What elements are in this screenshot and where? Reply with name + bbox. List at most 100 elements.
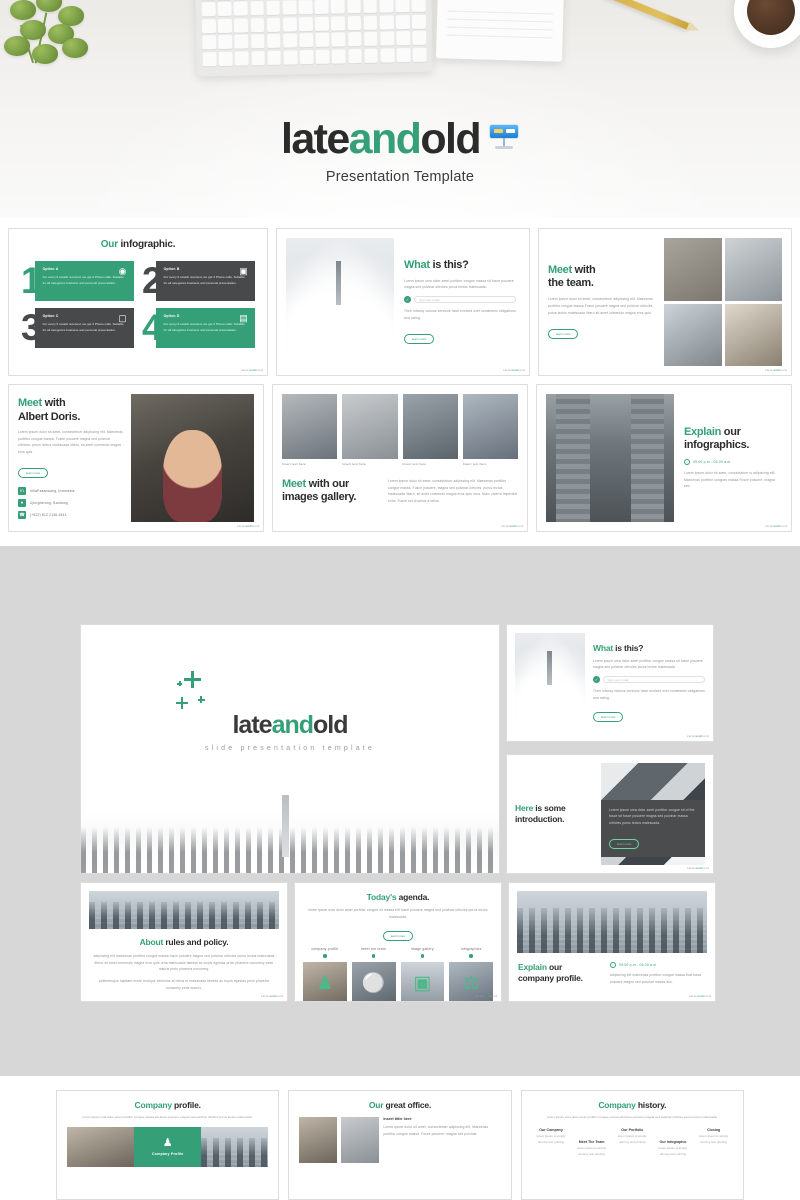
gallery-item[interactable]: Insert text here [462,394,518,466]
contact-location[interactable]: ● Ujungberung, Bandung [18,498,123,507]
watermark-part1: carter [475,994,484,998]
slide-title-line2: Albert Doris. [18,410,81,423]
watermark: carterandbond [475,994,497,998]
clouds-skyline-photo [515,633,585,733]
learn-more-button[interactable]: learn more [609,838,640,849]
camera-icon: ▣ [413,973,432,995]
slide-explain-infographics[interactable]: Explain our infographics. ○ 09.00 p.m - 0… [536,384,792,532]
history-item[interactable]: Meet The Team lorem ipsum is simply dumm… [572,1140,611,1157]
office-row: Insert titile here Lorem ipsum dolor sit… [299,1117,500,1163]
learn-more-button[interactable]: learn more [404,333,435,344]
gallery-caption: Insert text here [282,462,306,466]
email-field[interactable]: type your email [603,676,705,684]
history-name: Closing [707,1128,721,1133]
slide-body: adipiscing elit maecenas porttitor congu… [93,954,275,972]
slide-title-rest: is this? [429,259,469,272]
slide-what-is-this[interactable]: What is this? Lorem ipsum uma dolor amet… [276,228,530,376]
option-bar: Option B For every 6 emails received, we… [155,261,255,301]
gallery-item[interactable]: Insert text here [342,394,398,466]
office-photo-1 [299,1117,338,1163]
slide-title-rest: rules and policy. [163,937,229,947]
slide-title-rest: profile. [171,1100,201,1110]
notebook-icon: ▤ [239,313,248,323]
slide-our-great-office[interactable]: Our great office. Insert titile here Lor… [288,1090,512,1200]
option-number: 1 [21,259,42,301]
option-item[interactable]: 4 Option D For every 6 emails received, … [142,308,255,348]
learn-more-button[interactable]: learn more [593,712,624,723]
gallery-item[interactable]: Insert text here [282,394,338,466]
learn-more-button[interactable]: learn more [382,931,414,942]
learn-more-button[interactable]: learn more [548,329,579,340]
slides-row-2: Meet with Albert Doris. Lorem ipsum dolor… [8,384,792,532]
agenda-step[interactable]: image gallery ▣ [400,947,445,1001]
option-bar: Option D For every 6 emails received, we… [155,308,255,348]
brand-title-part2: old [420,115,481,163]
contact-linkedin[interactable]: in VillaPasanwang, Indonesia [18,486,123,495]
watermark: carterandbond [501,524,523,528]
slide-title-accent: Meet [548,263,572,276]
slide-our-infographic[interactable]: Our infographic. 1 Option A For every 6 … [8,228,268,376]
box-icon: ▢ [118,313,127,323]
history-desc: lorem ipsum is simply dummy text printin… [658,1146,688,1156]
watermark-part1: carter [503,368,512,372]
slide-what-is-this-mini[interactable]: What is this? Lorem ipsum uma dolor amet… [506,624,714,742]
slide-explain-company-profile[interactable]: Explain our company profile. ○ 09.00 p.m … [508,882,716,1002]
slide-body: Lorem ipsum uma dolor amet porttitor con… [404,278,514,290]
email-subscribe-row[interactable]: ✓ type your email [593,676,705,684]
keyboard-decoration [195,0,433,77]
option-item[interactable]: 1 Option A For every 6 emails received, … [21,261,134,301]
option-item[interactable]: 2 Option B For every 6 emails received, … [142,261,255,301]
slide-body: lorem ipsum uma dolor amet porttitor con… [547,1115,718,1119]
option-item[interactable]: 3 Option C For every 6 emails received, … [21,308,134,348]
watermark-part2: bond [701,866,709,870]
watermark-part2: bond [703,994,711,998]
slide-company-profile[interactable]: Company profile. lorem ipsum uma dolor a… [56,1090,280,1200]
slide-title: About rules and policy. [93,937,275,948]
watermark-part2: bond [275,994,283,998]
slide-about-rules-and-policy[interactable]: About rules and policy. adipiscing elit … [80,882,288,1002]
email-field[interactable]: type your email [414,296,516,304]
slide-meet-albert-doris[interactable]: Meet with Albert Doris. Lorem ipsum dolor… [8,384,264,532]
slide-title-rest: history. [635,1100,667,1110]
clock-icon: ○ [684,458,690,465]
history-item[interactable]: Closing lorem ipsum is simply dummy text… [694,1128,733,1157]
gallery-caption: Insert text here [462,462,487,466]
phone-icon: ☎ [18,510,26,519]
brand-subtitle: Presentation Template [325,169,475,186]
showcase-bottom-row: About rules and policy. adipiscing elit … [80,882,720,1002]
contact-phone[interactable]: ☎ (+622) 812 2136 4543 [18,510,123,519]
slide-images-gallery[interactable]: Insert text here Insert text here Insert… [272,384,528,532]
watermark-part2: bond [779,524,787,528]
option-text: For every 6 emails received, we get 3 Ph… [163,274,245,285]
slide-body: Lorem ipsum uma dolor amet porttitor con… [609,807,695,826]
company-profile-badge[interactable]: ♟ Company Profile [134,1127,202,1168]
gallery-item[interactable]: Insert text here [402,394,458,466]
slide-lateandold-cover[interactable]: lateandold slide presentation template [80,624,500,874]
slide-body: Lorem ipsum uma dolor amet porttitor con… [593,658,703,670]
history-item[interactable]: Our Infographic lorem ipsum is simply du… [654,1140,693,1157]
slide-here-is-some-introduction[interactable]: Here is some introduction. Lorem ipsum um… [506,754,714,874]
slide-title: Meet with our images gallery. [282,478,378,505]
watermark-part1: carter [241,368,250,372]
gallery-caption: Insert text here [402,462,427,466]
showcase-right-column: What is this? Lorem ipsum uma dolor amet… [506,624,714,874]
watermark: carterandbond [765,368,787,372]
email-placeholder: type your email [419,297,440,302]
step-dot-icon [469,954,473,958]
slide-company-history[interactable]: Company history. lorem ipsum uma dolor a… [520,1090,744,1200]
learn-more-button[interactable]: learn more [18,467,49,478]
history-item[interactable]: Our Company lorem ipsum is simply dummy … [532,1128,571,1157]
email-subscribe-row[interactable]: ✓ type your email [404,296,516,304]
history-item[interactable]: Our Portfolio lorem ipsum is simply dumm… [613,1128,652,1157]
agenda-step[interactable]: meet ore team ⚪ [351,947,396,1001]
agenda-step[interactable]: company profile ♟ [303,947,347,1001]
brand-block: lateandold Presentation Template [0,118,800,185]
slide-meet-the-team[interactable]: Meet with the team. Lorem ipsum dolor sit… [538,228,792,376]
slide-title-accent: Explain [518,962,547,972]
gallery-photo-3 [402,394,458,459]
office-heading: Insert titile here [383,1117,412,1121]
slide-todays-agenda[interactable]: Today's agenda. lorem ipsum uma dolor am… [294,882,502,1002]
keynote-icon [489,122,520,152]
option-grid: 1 Option A For every 6 emails received, … [21,261,255,348]
palette-icon: ◉ [118,266,127,276]
